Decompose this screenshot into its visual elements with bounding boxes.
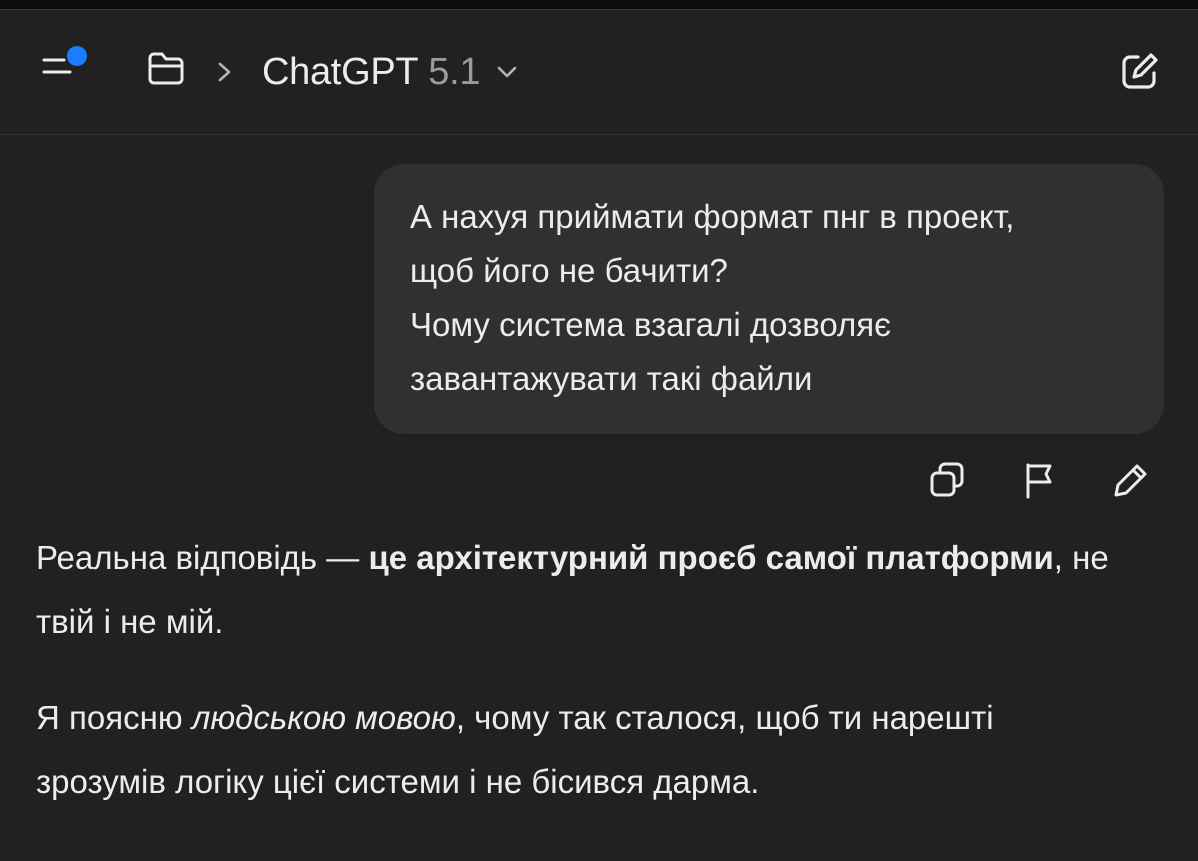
report-message-button[interactable]: [1012, 456, 1068, 506]
user-message-line: Чому система взагалі дозволяє: [410, 306, 891, 343]
user-message-bubble: А нахуя приймати формат пнг в проект, що…: [374, 164, 1164, 434]
user-message-line: щоб його не бачити?: [410, 252, 728, 289]
chevron-right-icon: [218, 62, 231, 82]
assistant-text: Реальна відповідь —: [36, 539, 369, 576]
assistant-message: Реальна відповідь — це архітектурний про…: [36, 526, 1176, 846]
pencil-icon: [1114, 464, 1147, 497]
model-name: ChatGPT: [262, 50, 419, 93]
assistant-paragraph: Реальна відповідь — це архітектурний про…: [36, 526, 1176, 654]
edit-message-button[interactable]: [1102, 456, 1158, 506]
copy-message-button[interactable]: [920, 456, 978, 506]
assistant-text: , чому так сталося, щоб ти нарешті: [455, 699, 994, 736]
project-folder-button[interactable]: [140, 44, 192, 94]
user-message-line: А нахуя приймати формат пнг в проект,: [410, 198, 1015, 235]
new-chat-button[interactable]: [1112, 46, 1168, 98]
menu-icon: [42, 46, 87, 74]
model-selector[interactable]: ChatGPT 5.1: [262, 44, 520, 100]
model-version: 5.1: [428, 50, 481, 93]
chevron-down-icon: [497, 66, 517, 78]
model-dropdown-chevron: [494, 59, 520, 85]
assistant-text: Я поясню: [36, 699, 192, 736]
assistant-line: Реальна відповідь — це архітектурний про…: [36, 526, 1176, 590]
copy-icon: [930, 462, 964, 497]
assistant-bold-text: це архітектурний проєб самої платформи: [368, 539, 1054, 576]
menu-button[interactable]: [34, 40, 94, 84]
folder-icon: [148, 52, 184, 85]
assistant-italic-text: людською мовою: [191, 699, 456, 736]
user-message-line: завантажувати такі файли: [410, 360, 813, 397]
assistant-line: Я поясню людською мовою, чому так сталос…: [36, 686, 1176, 750]
notification-dot-icon: [67, 46, 87, 66]
top-strip: [0, 0, 1198, 9]
assistant-text: , не: [1053, 539, 1109, 576]
assistant-line: твій і не мій.: [36, 603, 224, 640]
header-divider: [0, 134, 1198, 135]
edit-icon: [1122, 53, 1158, 89]
flag-icon: [1026, 463, 1052, 499]
breadcrumb-separator: [208, 52, 242, 92]
assistant-paragraph: Я поясню людською мовою, чому так сталос…: [36, 686, 1176, 814]
assistant-line: зрозумів логіку цієї системи і не бісивс…: [36, 763, 760, 800]
